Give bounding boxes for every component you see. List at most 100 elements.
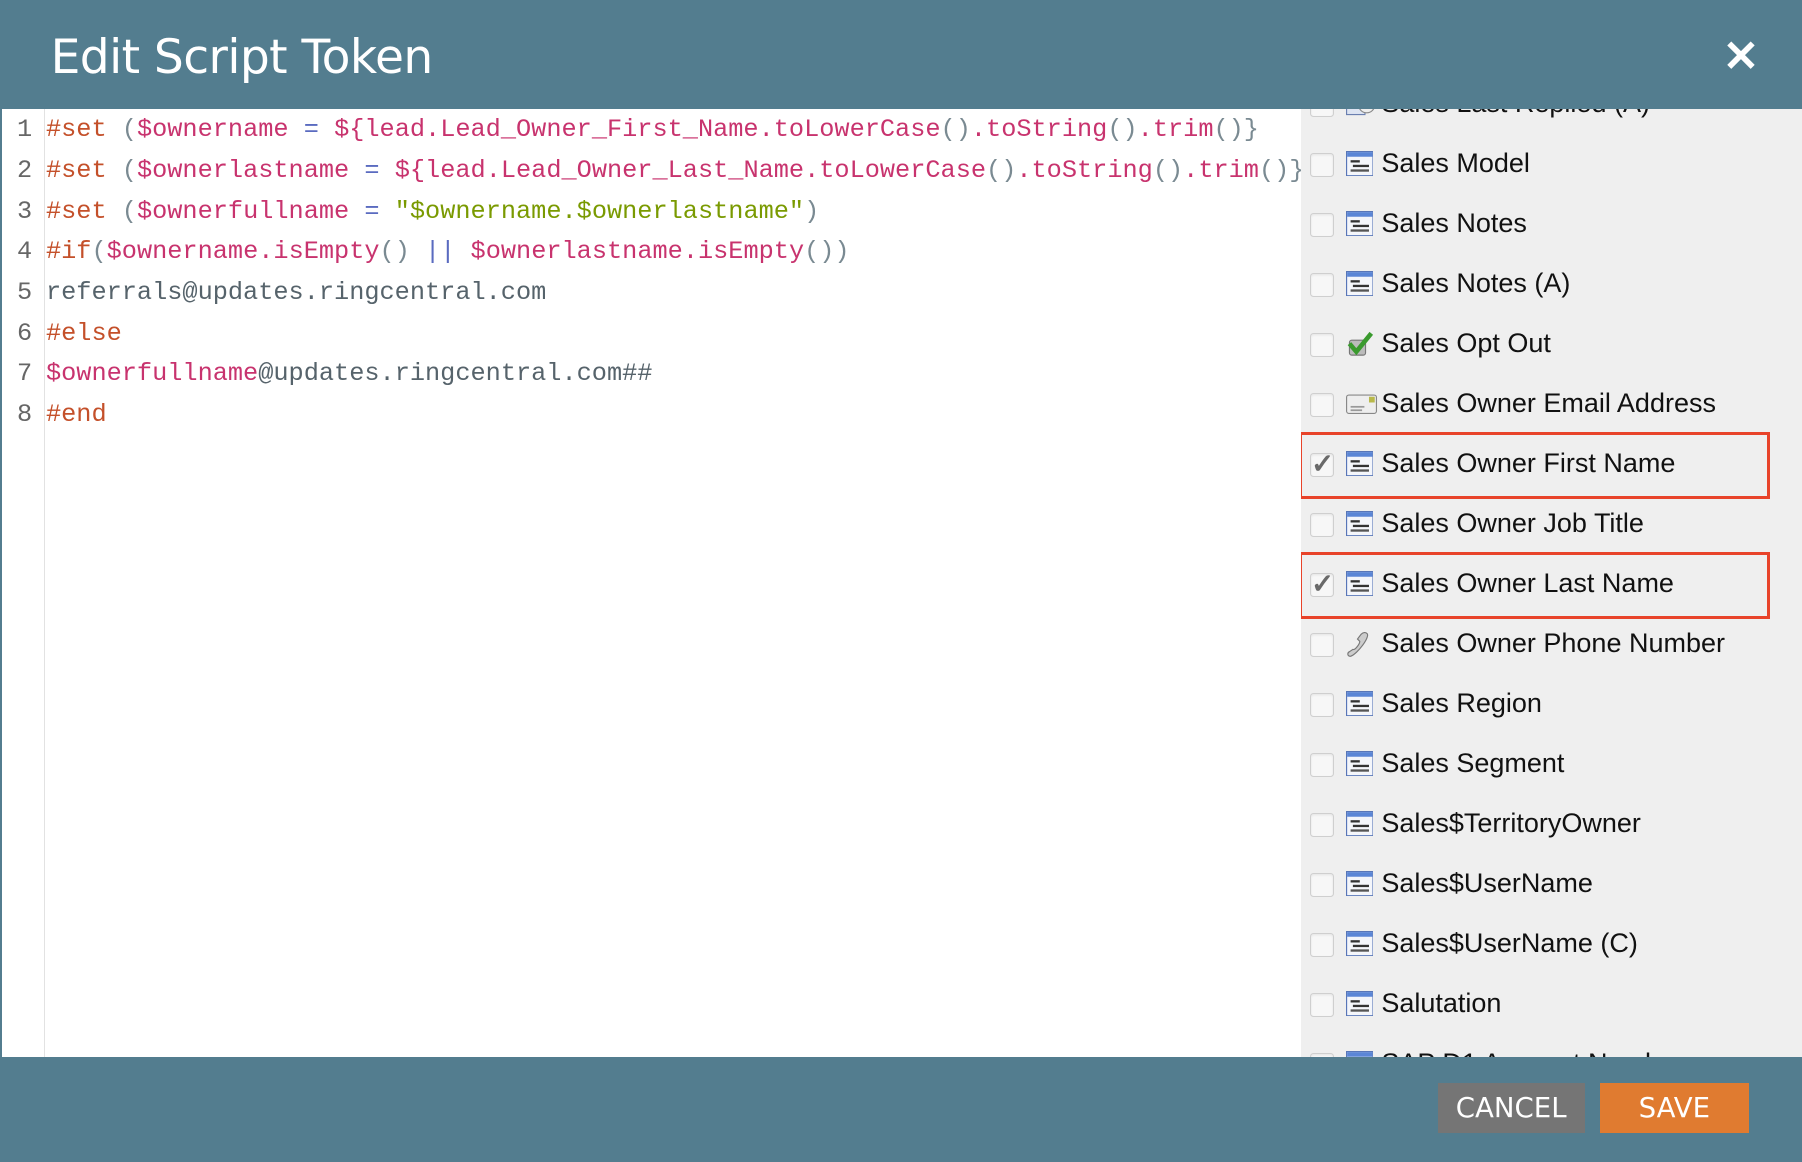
field-checkbox[interactable] bbox=[1310, 512, 1334, 537]
code-token-kw: #set bbox=[45, 196, 107, 226]
code-token-punc: () bbox=[1152, 156, 1184, 185]
field-label: Sales Opt Out bbox=[1381, 328, 1551, 359]
field-label: Sales Owner Job Title bbox=[1381, 508, 1644, 539]
code-token-var: ${lead.Lead_Owner_First_Name.toLowerCase bbox=[334, 115, 941, 145]
field-checkbox[interactable] bbox=[1310, 692, 1334, 717]
field-checkbox[interactable] bbox=[1310, 872, 1334, 897]
field-list-item[interactable]: Sales Region bbox=[1301, 675, 1802, 735]
field-checkbox[interactable] bbox=[1310, 632, 1334, 657]
text-field-icon bbox=[1345, 570, 1374, 596]
field-list-item[interactable]: Sales Notes (A) bbox=[1301, 255, 1802, 315]
field-list-item[interactable]: Sales$UserName (C) bbox=[1301, 914, 1802, 974]
field-checkbox[interactable] bbox=[1310, 932, 1334, 957]
field-label: Sales Model bbox=[1381, 148, 1530, 179]
field-list-item[interactable]: Sales Opt Out bbox=[1301, 315, 1802, 375]
field-label: Sales Owner Last Name bbox=[1381, 568, 1674, 599]
field-list-item[interactable]: Salutation bbox=[1301, 974, 1802, 1034]
code-token-kw: #else bbox=[45, 318, 122, 348]
field-label: Sales$UserName (C) bbox=[1381, 928, 1638, 959]
field-list-item[interactable]: SAP D1 Account Number bbox=[1301, 1034, 1802, 1058]
code-token-var: $ownerfullname bbox=[45, 359, 259, 389]
code-token-punc bbox=[455, 237, 470, 266]
code-token-op: = bbox=[349, 156, 395, 185]
code-token-var: ${lead.Lead_Owner_Last_Name.toLowerCase bbox=[394, 156, 987, 185]
save-button[interactable]: SAVE bbox=[1599, 1082, 1750, 1134]
field-checkbox[interactable] bbox=[1310, 992, 1334, 1017]
field-list-item[interactable]: Sales Owner First Name bbox=[1300, 432, 1802, 500]
field-checkbox[interactable] bbox=[1310, 567, 1334, 600]
edit-script-token-dialog: Edit Script Token ✕ 1 #set ($ownername = … bbox=[0, 0, 1802, 1162]
line-number: 4 bbox=[17, 237, 33, 267]
field-list-item[interactable]: Sales Owner Phone Number bbox=[1301, 615, 1802, 675]
close-icon[interactable]: ✕ bbox=[1722, 34, 1761, 78]
field-checkbox[interactable] bbox=[1310, 153, 1334, 177]
text-field-icon bbox=[1345, 270, 1374, 297]
dialog-body: 1 #set ($ownername = ${lead.Lead_Owner_Fi… bbox=[2, 109, 1802, 1058]
email-icon bbox=[1345, 391, 1377, 416]
field-list-item[interactable]: Sales Segment bbox=[1301, 735, 1802, 795]
field-checkbox[interactable] bbox=[1310, 333, 1334, 357]
text-field-icon bbox=[1345, 870, 1374, 896]
code-text: #set ($ownername = ${lead.Lead_Owner_Fir… bbox=[46, 110, 1259, 150]
code-token-var: $ownername bbox=[136, 115, 289, 145]
field-label: Sales Region bbox=[1381, 688, 1542, 719]
field-list-item[interactable]: Sales Owner Last Name bbox=[1300, 552, 1802, 620]
code-token-punc: ()) bbox=[804, 237, 850, 267]
field-checkbox[interactable] bbox=[1310, 109, 1334, 117]
code-token-op: = bbox=[288, 115, 335, 145]
code-token-var: .toString bbox=[1016, 156, 1153, 185]
field-checkbox[interactable] bbox=[1310, 812, 1334, 837]
field-list-panel[interactable]: Sales Last Replied (A) Sales Model Sales N… bbox=[1300, 109, 1802, 1058]
line-number: 5 bbox=[17, 278, 33, 308]
field-list-item[interactable]: Sales$TerritoryOwner bbox=[1301, 795, 1802, 855]
field-checkbox[interactable] bbox=[1310, 752, 1334, 777]
code-token-op: || bbox=[425, 237, 456, 267]
field-checkbox[interactable] bbox=[1310, 393, 1334, 417]
line-number: 7 bbox=[17, 359, 33, 389]
dialog-title: Edit Script Token bbox=[50, 29, 434, 85]
text-field-icon bbox=[1345, 750, 1374, 776]
code-text: #set ($ownerfullname = "$ownername.$owne… bbox=[46, 192, 819, 232]
line-number: 1 bbox=[17, 115, 33, 145]
field-label: Salutation bbox=[1381, 988, 1502, 1019]
text-field-icon bbox=[1345, 150, 1374, 177]
field-label: Sales Notes bbox=[1381, 208, 1527, 239]
field-list-item[interactable]: Sales Last Replied (A) bbox=[1301, 109, 1802, 135]
code-editor[interactable]: 1 #set ($ownername = ${lead.Lead_Owner_Fi… bbox=[2, 109, 1301, 1057]
field-label: Sales Owner Email Address bbox=[1381, 388, 1716, 419]
dialog-header: Edit Script Token ✕ bbox=[0, 0, 1802, 110]
line-number: 6 bbox=[17, 318, 33, 348]
code-token-kw: #set bbox=[45, 115, 107, 145]
field-list-item[interactable]: Sales$UserName bbox=[1301, 855, 1802, 915]
field-list-item[interactable]: Sales Notes bbox=[1301, 195, 1802, 255]
code-token-punc: ( bbox=[106, 196, 137, 226]
code-text: #end bbox=[46, 395, 107, 435]
boolean-check-icon bbox=[1346, 331, 1374, 356]
line-number: 3 bbox=[17, 196, 33, 226]
field-label: SAP D1 Account Number bbox=[1381, 1048, 1684, 1057]
field-list-item[interactable]: Sales Model bbox=[1301, 135, 1802, 195]
field-checkbox[interactable] bbox=[1310, 213, 1334, 237]
code-token-var: $ownerfullname bbox=[136, 196, 350, 226]
code-token-punc: ( bbox=[91, 237, 107, 267]
cancel-button[interactable]: CANCEL bbox=[1437, 1082, 1585, 1134]
field-list-item[interactable]: Sales Owner Email Address bbox=[1301, 375, 1802, 435]
field-checkbox[interactable] bbox=[1310, 273, 1334, 297]
code-token-kw: #if bbox=[45, 237, 92, 267]
code-token-var: .toString bbox=[970, 115, 1108, 145]
field-label: Sales Owner First Name bbox=[1381, 448, 1676, 479]
code-token-plain: referrals@updates.ringcentral.com bbox=[45, 278, 547, 308]
code-token-var: $ownername.isEmpty bbox=[106, 237, 380, 267]
field-checkbox[interactable] bbox=[1310, 447, 1334, 480]
text-field-icon bbox=[1345, 1050, 1374, 1058]
code-token-var: .trim bbox=[1137, 115, 1214, 145]
text-field-icon bbox=[1345, 510, 1374, 536]
code-token-punc: ( bbox=[106, 115, 137, 145]
field-label: Sales Segment bbox=[1381, 748, 1565, 779]
code-text: referrals@updates.ringcentral.com bbox=[46, 273, 546, 313]
code-token-var: $ownerlastname bbox=[136, 156, 350, 185]
code-text: #if($ownername.isEmpty() || $ownerlastna… bbox=[46, 232, 850, 272]
field-list-item[interactable]: Sales Owner Job Title bbox=[1301, 495, 1802, 555]
text-field-icon bbox=[1345, 930, 1374, 956]
dialog-footer: CANCEL SAVE bbox=[0, 1057, 1802, 1162]
